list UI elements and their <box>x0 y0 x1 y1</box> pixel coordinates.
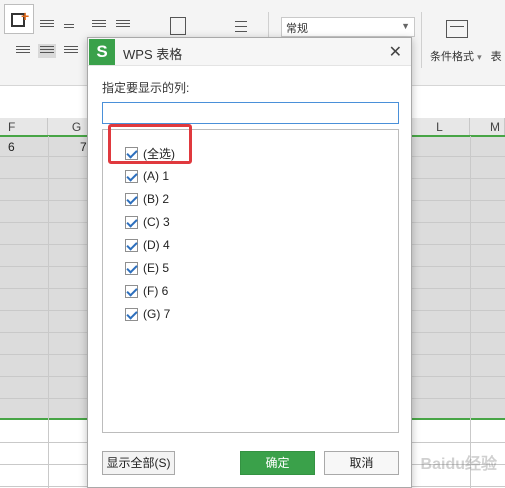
indent-increase-icon[interactable] <box>116 20 130 30</box>
align-left-icon[interactable] <box>16 46 30 56</box>
column-header-l[interactable]: L <box>410 118 470 136</box>
align-center-icon[interactable] <box>38 44 56 58</box>
wps-logo-icon: S <box>89 39 115 65</box>
list-item-label: (F) 6 <box>143 284 169 298</box>
column-filter-input[interactable] <box>102 102 399 124</box>
list-item-label: (A) 1 <box>143 169 170 183</box>
list-item-label: (全选) <box>143 146 175 161</box>
list-item-column-d[interactable]: (D) 4 <box>125 237 170 253</box>
checkbox-checked-icon[interactable] <box>125 169 138 183</box>
cancel-button[interactable]: 取消 <box>324 451 399 475</box>
checkbox-checked-icon[interactable] <box>125 146 138 160</box>
dialog-title: WPS 表格 <box>123 47 183 62</box>
checkbox-checked-icon[interactable] <box>125 261 138 275</box>
watermark-logo: Baidu经验 <box>420 456 497 473</box>
column-header-f[interactable]: F <box>0 118 48 136</box>
checkbox-checked-icon[interactable] <box>125 238 138 252</box>
checkbox-checked-icon[interactable] <box>125 307 138 321</box>
conditional-format-icon[interactable] <box>446 20 468 38</box>
list-item-column-f[interactable]: (F) 6 <box>125 283 168 299</box>
cell-g1[interactable]: 7 <box>80 140 87 154</box>
list-item-label: (G) 7 <box>143 307 171 321</box>
list-item-label: (E) 5 <box>143 261 170 275</box>
align-right-icon[interactable] <box>64 46 78 56</box>
merge-cells-icon[interactable] <box>170 17 186 35</box>
list-item-column-c[interactable]: (C) 3 <box>125 214 170 230</box>
checkbox-checked-icon[interactable] <box>125 215 138 229</box>
conditional-format-button[interactable]: 条件格式 ▾ 表 <box>430 48 502 64</box>
list-item-label: (C) 3 <box>143 215 170 229</box>
checkbox-checked-icon[interactable] <box>125 284 138 298</box>
list-item-column-e[interactable]: (E) 5 <box>125 260 169 276</box>
conditional-format-label: 条件格式 <box>430 51 474 63</box>
number-format-select[interactable]: 常规 ▼ <box>281 17 415 37</box>
chevron-down-icon: ▼ <box>401 21 410 31</box>
checkbox-checked-icon[interactable] <box>125 192 138 206</box>
cell-f1[interactable]: 6 <box>8 140 15 154</box>
ribbon-separator <box>421 12 422 68</box>
list-item-column-a[interactable]: (A) 1 <box>125 168 169 184</box>
dialog-prompt: 指定要显示的列: <box>102 81 190 95</box>
wrap-text-icon[interactable] <box>232 17 250 35</box>
align-middle-icon[interactable] <box>64 24 74 34</box>
dialog-titlebar[interactable]: S WPS 表格 ✕ <box>88 38 411 66</box>
list-item-label: (B) 2 <box>143 192 170 206</box>
list-item-select-all[interactable]: (全选) <box>125 145 175 161</box>
add-icon[interactable]: + <box>4 4 34 34</box>
ok-button[interactable]: 确定 <box>240 451 315 475</box>
list-item-label: (D) 4 <box>143 238 170 252</box>
align-top-icon[interactable] <box>40 20 54 30</box>
number-format-value: 常规 <box>286 23 308 35</box>
show-all-button[interactable]: 显示全部(S) <box>102 451 175 475</box>
unhide-columns-dialog: S WPS 表格 ✕ 指定要显示的列: (全选) (A) 1 (B) 2 (C)… <box>87 37 412 488</box>
list-item-column-g[interactable]: (G) 7 <box>125 306 170 322</box>
column-header-m[interactable]: M <box>470 118 505 136</box>
close-icon[interactable]: ✕ <box>389 42 402 62</box>
indent-decrease-icon[interactable] <box>92 20 106 30</box>
chevron-down-icon: ▾ <box>477 52 482 62</box>
column-checklist[interactable]: (全选) (A) 1 (B) 2 (C) 3 (D) 4 (E) 5 (F) 6 <box>102 129 399 433</box>
next-group-label[interactable]: 表 <box>491 51 502 63</box>
list-item-column-b[interactable]: (B) 2 <box>125 191 169 207</box>
